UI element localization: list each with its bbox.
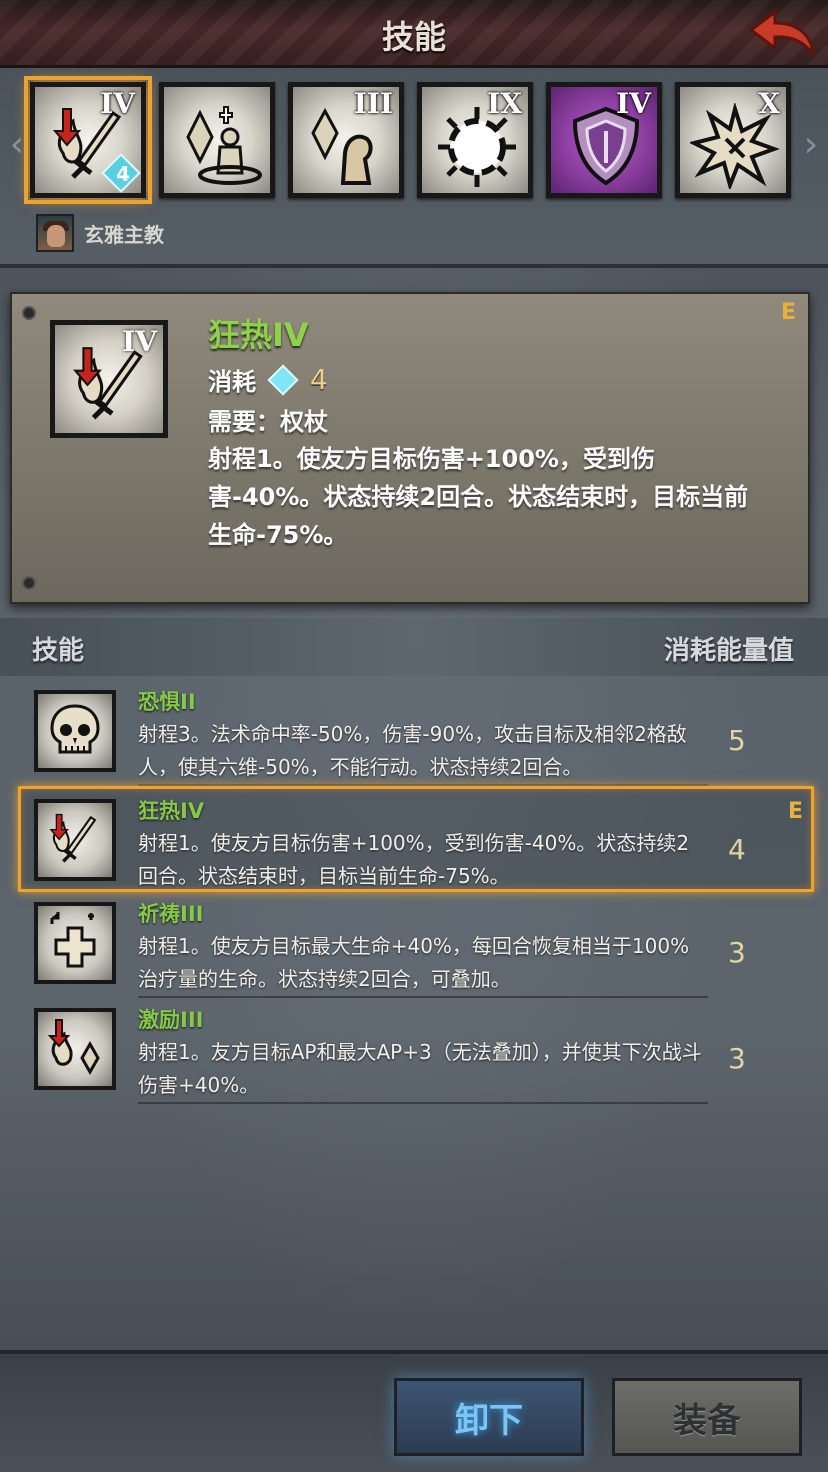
skill-row-name: 恐惧II xyxy=(138,690,196,714)
back-arrow-icon xyxy=(748,9,815,58)
skill-slot-6[interactable]: X xyxy=(675,82,791,198)
skill-slots: IV 4 III IX IV X xyxy=(24,76,791,204)
equipped-skill-strip: ‹ › IV 4 III IX IV X 玄雅主教 xyxy=(0,68,828,268)
heal-cross-icon xyxy=(50,912,96,968)
skill-row-icon xyxy=(34,799,116,881)
skill-row-name: 狂热IV xyxy=(138,799,205,823)
page-title: 技能 xyxy=(381,18,446,56)
skill-row-icon xyxy=(34,690,116,772)
skill-list-header: 技能 消耗能量值 xyxy=(0,618,828,676)
detail-skill-icon: IV xyxy=(50,320,168,438)
strip-next-arrow[interactable]: › xyxy=(798,120,824,168)
rivet-icon xyxy=(22,306,36,320)
skill-owner: 玄雅主教 xyxy=(36,214,164,252)
owner-name: 玄雅主教 xyxy=(84,222,164,247)
skill-row-desc: 射程3。法术命中率-50%，伤害-90%，攻击目标及相邻2格敌人，使其六维-50… xyxy=(138,722,687,779)
skill-row-cost: 4 xyxy=(728,833,746,866)
skill-row-name: 激励III xyxy=(138,1008,204,1032)
cost-label: 消耗 xyxy=(208,368,256,396)
skill-row-icon xyxy=(34,1008,116,1090)
avatar xyxy=(36,214,74,252)
slot-rank: IV xyxy=(100,87,135,120)
skill-row-fanaticism[interactable]: 狂热IV 射程1。使友方目标伤害+100%，受到伤害-40%。状态持续2回合。状… xyxy=(18,786,814,892)
skill-slot-3[interactable]: III xyxy=(288,82,404,198)
skill-row-inspire[interactable]: 激励III 射程1。友方目标AP和最大AP+3（无法叠加），并使其下次战斗伤害+… xyxy=(0,998,828,1104)
skill-slot-5[interactable]: IV xyxy=(546,82,662,198)
row-divider xyxy=(138,1102,708,1104)
detail-require: 需要：权杖 xyxy=(208,408,328,436)
skill-list: 恐惧II 射程3。法术命中率-50%，伤害-90%，攻击目标及相邻2格敌人，使其… xyxy=(0,680,828,1104)
skill-slot-4[interactable]: IX xyxy=(417,82,533,198)
slot-rank: III xyxy=(353,87,393,120)
back-button[interactable] xyxy=(746,6,818,60)
skill-row-cost: 3 xyxy=(728,936,746,969)
unequip-button[interactable]: 卸下 xyxy=(394,1378,584,1456)
skill-row-desc: 射程1。友方目标AP和最大AP+3（无法叠加），并使其下次战斗伤害+40%。 xyxy=(138,1040,702,1097)
detail-cost-row: 消耗 4 xyxy=(208,362,328,397)
skill-row-icon xyxy=(34,902,116,984)
skill-row-prayer[interactable]: 祈祷III 射程1。使友方目标最大生命+40%，每回合恢复相当于100%治疗量的… xyxy=(0,892,828,998)
equip-button[interactable]: 装备 xyxy=(612,1378,802,1456)
skill-row-desc: 射程1。使友方目标伤害+100%，受到伤害-40%。状态持续2回合。状态结束时，… xyxy=(138,831,690,888)
header-bar: 技能 xyxy=(0,0,828,68)
skill-detail-panel: E IV 狂热IV 消耗 4 需要：权杖 射程1。使友方目标伤害+100%，受到… xyxy=(10,292,810,604)
tier-badge: E xyxy=(787,799,803,824)
slot-rank: IX xyxy=(487,87,522,120)
skill-row-fear[interactable]: 恐惧II 射程3。法术命中率-50%，伤害-90%，攻击目标及相邻2格敌人，使其… xyxy=(0,680,828,786)
slot-rank: X xyxy=(758,87,780,120)
detail-cost: 4 xyxy=(310,363,328,396)
skill-row-cost: 3 xyxy=(728,1042,746,1075)
slot-cost: 4 xyxy=(116,162,130,186)
rivet-icon xyxy=(22,576,36,590)
detail-skill-name: 狂热IV xyxy=(208,316,309,354)
slot-rank: IV xyxy=(616,87,651,120)
skill-row-cost: 5 xyxy=(728,724,746,757)
skill-slot-2[interactable] xyxy=(159,82,275,198)
skill-slot-1[interactable]: IV 4 xyxy=(24,76,152,204)
tier-badge: E xyxy=(780,300,796,325)
skill-row-desc: 射程1。使友方目标最大生命+40%，每回合恢复相当于100%治疗量的生命。状态持… xyxy=(138,934,690,991)
crystal-icon xyxy=(267,363,299,396)
detail-rank: IV xyxy=(122,325,157,358)
list-header-cost: 消耗能量值 xyxy=(663,636,794,666)
skull-icon xyxy=(50,704,100,754)
inspire-icon xyxy=(47,1019,100,1076)
skill-row-name: 祈祷III xyxy=(138,902,204,926)
detail-description: 射程1。使友方目标伤害+100%，受到伤害-40%。状态持续2回合。状态结束时，… xyxy=(208,445,749,549)
bottom-action-bar: 卸下 装备 xyxy=(0,1350,828,1472)
strip-prev-arrow[interactable]: ‹ xyxy=(4,120,30,168)
crystal-pray-icon xyxy=(186,106,262,185)
list-header-skill: 技能 xyxy=(32,636,85,666)
fanaticism-icon xyxy=(49,813,97,863)
